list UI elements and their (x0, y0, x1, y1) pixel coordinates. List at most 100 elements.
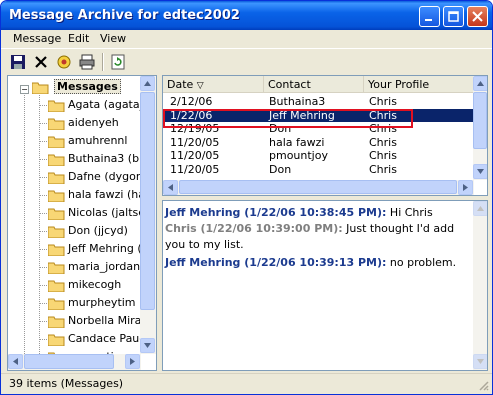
tree-connector (39, 321, 47, 322)
list-scroll-right-button[interactable] (458, 180, 473, 195)
save-icon (11, 55, 25, 69)
row-contact: Jeff Mehring (269, 108, 335, 122)
tree-contact-label: aidenyeh (68, 116, 119, 129)
chat-scroll-down-button[interactable] (473, 354, 487, 369)
tree-contact-item[interactable]: maria_jordano (8, 258, 147, 276)
tree-horizontal-scrollbar[interactable] (8, 354, 141, 370)
scroll-left-button[interactable] (8, 354, 23, 369)
tree-contact-item[interactable]: mikecogh (8, 276, 140, 294)
column-date[interactable]: Date ▽ (163, 76, 264, 93)
status-bar: 39 items (Messages) (1, 373, 492, 394)
tree-contact-label: mikecogh (68, 278, 122, 291)
delete-button[interactable] (32, 53, 50, 71)
list-row[interactable]: 2/12/06 Buthaina3 Chris (163, 95, 474, 108)
list-horizontal-scrollbar[interactable] (163, 180, 474, 195)
scroll-down-button[interactable] (140, 338, 155, 353)
print-button[interactable] (78, 53, 96, 71)
status-text: 39 items (Messages) (9, 377, 124, 390)
scroll-right-button[interactable] (125, 354, 140, 369)
list-scroll-thumb[interactable] (473, 92, 487, 149)
tree-contact-label: Agata (agata_z (68, 98, 151, 111)
list-row-selected[interactable]: 1/22/06 Jeff Mehring Chris (163, 108, 474, 122)
tree-contact-item[interactable]: Don (jjcyd) (8, 222, 140, 240)
folder-tree[interactable]: − Messages Agata (agata_z aidenyeh amuhren… (7, 75, 157, 371)
tree-root-label: Messages (54, 79, 121, 94)
message-archive-window: Message Archive for edtec2002 Message Ed… (0, 0, 493, 395)
list-row[interactable]: 12/19/05 Don Chris (163, 122, 474, 135)
tree-contact-item[interactable]: murpheytim (8, 294, 140, 312)
chat-text: Hi Chris (386, 206, 433, 219)
arrow-left-icon (168, 184, 173, 191)
list-row[interactable]: 11/20/05 Don Chris (163, 163, 474, 176)
tree-connector (39, 213, 47, 214)
row-profile: Chris (369, 122, 397, 135)
tree-contact-item[interactable]: Candace Pauc (8, 330, 145, 348)
print-icon (79, 54, 95, 70)
tree-contact-item[interactable]: aidenyeh (8, 114, 140, 132)
folder-icon (48, 100, 65, 112)
tree-contact-item[interactable]: Buthaina3 (buth (8, 150, 156, 168)
save-button[interactable] (9, 53, 27, 71)
list-row[interactable]: 11/20/05 hala fawzi Chris (163, 136, 474, 149)
arrow-left-icon (13, 358, 18, 365)
menu-edit[interactable]: Edit (68, 32, 89, 45)
find-button[interactable] (55, 53, 73, 71)
list-row[interactable]: 11/20/05 pmountjoy Chris (163, 149, 474, 162)
chat-transcript[interactable]: Jeff Mehring (1/22/06 10:38:45 PM): Hi C… (162, 200, 488, 371)
folder-icon (48, 316, 65, 328)
row-date: 11/20/05 (170, 135, 220, 149)
row-date: 1/22/06 (170, 108, 213, 122)
minimize-button[interactable] (419, 6, 440, 27)
folder-icon (48, 172, 65, 184)
resize-grip-icon[interactable] (477, 379, 489, 391)
tree-contact-item[interactable]: Dafne (dygonz (8, 168, 149, 186)
chat-vertical-scrollbar[interactable] (473, 201, 487, 370)
row-contact: hala fawzi (269, 135, 325, 149)
column-profile-label: Your Profile (368, 78, 430, 91)
arrow-down-icon (144, 343, 151, 348)
title-bar[interactable]: Message Archive for edtec2002 (1, 1, 492, 30)
tree-contact-label: Don (jjcyd) (68, 224, 128, 237)
tree-scroll-thumb[interactable] (140, 92, 155, 310)
list-scroll-left-button[interactable] (163, 180, 178, 195)
tree-contact-item[interactable]: Jeff Mehring (jn (8, 240, 152, 258)
refresh-icon (111, 54, 125, 70)
refresh-button[interactable] (109, 53, 127, 71)
column-contact-label: Contact (268, 78, 311, 91)
tree-connector (39, 285, 47, 286)
close-button[interactable] (467, 6, 488, 27)
row-date: 12/19/05 (170, 122, 220, 135)
tree-contact-item[interactable]: amuhrennl (8, 132, 140, 150)
list-scroll-up-button[interactable] (473, 76, 487, 91)
close-icon (472, 11, 483, 22)
tree-vertical-scrollbar[interactable] (140, 76, 156, 354)
row-contact: Don (269, 162, 292, 176)
toolbar-separator (102, 53, 104, 71)
column-profile[interactable]: Your Profile (364, 76, 474, 93)
tree-contact-item[interactable]: hala fawzi (halo (8, 186, 155, 204)
list-scroll-down-button[interactable] (473, 164, 487, 179)
tree-root-messages[interactable]: − Messages (8, 78, 141, 96)
list-hscroll-thumb[interactable] (179, 180, 457, 194)
message-list[interactable]: Date ▽ Contact Your Profile 2/12/06 Butha… (162, 75, 488, 196)
folder-icon (48, 154, 65, 166)
tree-contact-item[interactable]: Agata (agata_z (8, 96, 151, 114)
row-profile: Chris (369, 95, 397, 108)
collapse-icon[interactable]: − (20, 85, 29, 94)
tree-contact-item[interactable]: Nicolas (jaltsen (8, 204, 152, 222)
tree-hscroll-thumb[interactable] (24, 354, 114, 369)
chat-scroll-up-button[interactable] (473, 201, 487, 216)
scroll-up-button[interactable] (140, 76, 155, 91)
window-title: Message Archive for edtec2002 (9, 8, 240, 23)
row-contact: Buthaina3 (269, 95, 326, 108)
row-profile: Chris (369, 108, 397, 122)
list-vertical-scrollbar[interactable] (473, 76, 487, 180)
tree-connector (39, 267, 47, 268)
column-contact[interactable]: Contact (264, 76, 364, 93)
tree-contact-item[interactable]: Norbella Miranc (8, 312, 154, 330)
menu-message[interactable]: Message (13, 32, 61, 45)
maximize-button[interactable] (443, 6, 464, 27)
tree-connector (39, 159, 47, 160)
folder-icon (48, 244, 65, 256)
menu-view[interactable]: View (100, 32, 126, 45)
